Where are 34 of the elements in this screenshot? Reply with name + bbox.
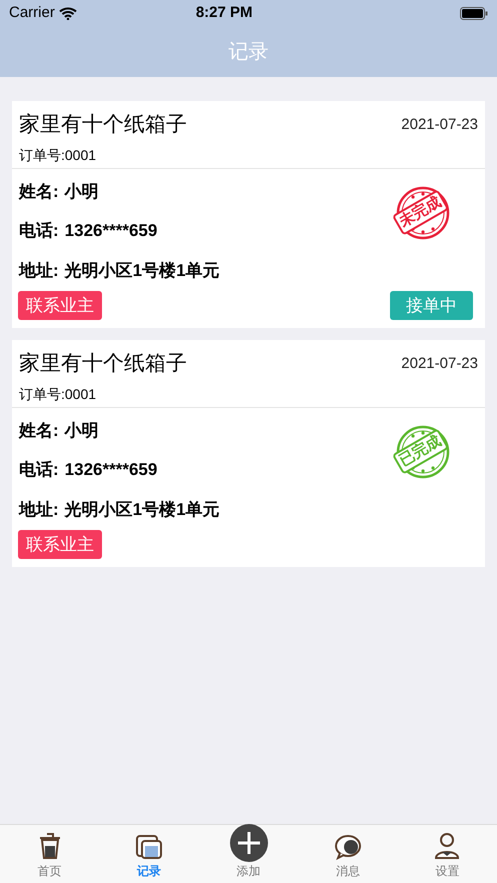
field-label: 地址:	[19, 498, 59, 520]
order-title: 家里有十个纸箱子	[19, 112, 187, 138]
field-label: 地址:	[19, 260, 59, 282]
field-label: 电话:	[19, 459, 59, 481]
field-label: 电话:	[19, 220, 59, 242]
field-value: 小明	[64, 420, 99, 442]
tab-item[interactable]: 记录	[99, 825, 199, 883]
tab-item[interactable]: 添加	[198, 825, 298, 883]
field-label: 姓名:	[19, 180, 59, 202]
field-value: 1326****659	[64, 459, 158, 481]
field-label: 姓名:	[19, 420, 59, 442]
order-number: 订单号:0001	[19, 146, 98, 164]
clock-time: 8:27 PM	[196, 2, 253, 23]
order-title: 家里有十个纸箱子	[19, 351, 187, 377]
tab-item[interactable]: 消息	[298, 825, 398, 883]
contact-owner-button[interactable]: 联系业主	[18, 291, 102, 320]
contact-owner-button[interactable]: 联系业主	[18, 530, 102, 559]
order-status-button[interactable]: 接单中	[390, 291, 473, 320]
tab-item[interactable]: 首页	[0, 825, 100, 883]
field-value: 光明小区1号楼1单元	[64, 260, 220, 282]
order-number: 订单号:0001	[19, 384, 98, 404]
order-date: 2021-07-23	[401, 114, 478, 134]
tab-item[interactable]: 设置	[398, 825, 497, 883]
field-value: 1326****659	[64, 220, 158, 242]
wifi-icon	[58, 6, 77, 20]
field-value: 光明小区1号楼1单元	[64, 498, 220, 520]
battery-icon	[460, 6, 488, 20]
page-title: 记录	[228, 40, 268, 64]
chat-bubble-icon	[334, 834, 362, 860]
person-icon	[434, 832, 460, 860]
carrier-label: Carrier	[9, 2, 55, 23]
order-date: 2021-07-23	[401, 354, 478, 374]
folder-icon	[135, 834, 164, 860]
field-value: 小明	[64, 180, 99, 202]
